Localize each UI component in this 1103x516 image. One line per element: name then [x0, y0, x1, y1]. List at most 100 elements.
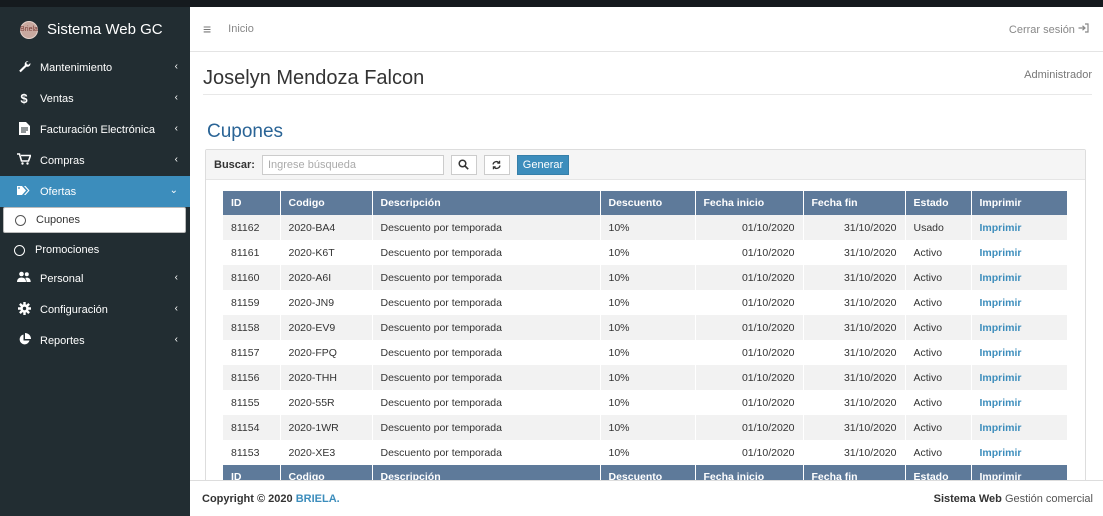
cell-id: 81161 [223, 240, 281, 265]
column-header[interactable]: Codigo [280, 191, 373, 215]
cell-code: 2020-THH [280, 365, 373, 390]
sidebar-item-label: Ventas [40, 92, 74, 105]
cell-discount: 10% [600, 340, 696, 365]
table-header-row: ID Codigo Descripción Descuento Fecha in… [223, 191, 1067, 215]
logout-link[interactable]: Cerrar sesión [1009, 23, 1089, 36]
search-button[interactable] [450, 154, 477, 175]
print-link[interactable]: Imprimir [971, 315, 1067, 340]
chevron-left-icon: ‹ [174, 334, 178, 345]
sidebar-item-configuracion[interactable]: Configuración ‹ [0, 294, 190, 325]
sidebar-item-ofertas[interactable]: Ofertas ⌄ [0, 176, 190, 207]
cell-start-date: 01/10/2020 [695, 290, 804, 315]
sidebar-item-label: Ofertas [40, 185, 77, 198]
menu-toggle-icon[interactable]: ≡ [203, 21, 211, 37]
cell-id: 81157 [223, 340, 281, 365]
refresh-icon [492, 160, 502, 169]
chevron-left-icon: ‹ [174, 272, 178, 283]
cell-end-date: 31/10/2020 [803, 290, 906, 315]
cell-code: 2020-55R [280, 390, 373, 415]
chevron-down-icon: ⌄ [169, 185, 178, 196]
cell-status: Activo [905, 340, 972, 365]
sidebar-subitem-promociones[interactable]: Promociones [0, 237, 190, 263]
print-link[interactable]: Imprimir [971, 240, 1067, 265]
column-footer: Fecha inicio [695, 465, 804, 480]
column-footer: Descripción [372, 465, 601, 480]
cell-start-date: 01/10/2020 [695, 215, 804, 240]
table-row: 81159 2020-JN9 Descuento por temporada 10% 0… [223, 290, 1067, 315]
brand-logo: Briela [20, 20, 38, 39]
print-link[interactable]: Imprimir [971, 390, 1067, 415]
brand[interactable]: Briela Sistema Web GC [0, 7, 190, 52]
cell-status: Activo [905, 415, 972, 440]
column-header[interactable]: Fecha fin [803, 191, 906, 215]
print-link[interactable]: Imprimir [971, 265, 1067, 290]
cell-discount: 10% [600, 440, 696, 465]
cell-id: 81154 [223, 415, 281, 440]
sidebar-item-reportes[interactable]: Reportes ‹ [0, 325, 190, 356]
sidebar-item-label: Mantenimiento [40, 61, 113, 74]
table-row: 81162 2020-BA4 Descuento por temporada 10% 0… [223, 215, 1067, 240]
user-name: Joselyn Mendoza Falcon [203, 67, 425, 89]
table-row: 81161 2020-K6T Descuento por temporada 10% 0… [223, 240, 1067, 265]
home-link[interactable]: Inicio [228, 23, 254, 35]
company-link[interactable]: BRIELA. [296, 493, 340, 505]
search-input[interactable] [261, 154, 444, 175]
column-header[interactable]: Descuento [600, 191, 696, 215]
table-row: 81158 2020-EV9 Descuento por temporada 10% 0… [223, 315, 1067, 340]
sidebar-item-facturacion[interactable]: Facturación Electrónica ‹ [0, 114, 190, 145]
column-header[interactable]: ID [223, 191, 281, 215]
cell-description: Descuento por temporada [372, 240, 601, 265]
system-name-rest: Gestión comercial [1004, 493, 1093, 505]
cell-start-date: 01/10/2020 [695, 440, 804, 465]
cell-discount: 10% [600, 215, 696, 240]
print-link[interactable]: Imprimir [971, 340, 1067, 365]
cell-id: 81153 [223, 440, 281, 465]
cell-end-date: 31/10/2020 [803, 240, 906, 265]
refresh-button[interactable] [483, 154, 510, 175]
coupons-table: ID Codigo Descripción Descuento Fecha in… [223, 191, 1067, 480]
cell-id: 81162 [223, 215, 281, 240]
column-header[interactable]: Estado [905, 191, 972, 215]
sidebar-item-ventas[interactable]: $ Ventas ‹ [0, 83, 190, 114]
cell-end-date: 31/10/2020 [803, 440, 906, 465]
sidebar-item-personal[interactable]: Personal ‹ [0, 263, 190, 294]
cell-end-date: 31/10/2020 [803, 390, 906, 415]
column-header[interactable]: Imprimir [971, 191, 1067, 215]
cell-start-date: 01/10/2020 [695, 240, 804, 265]
column-footer: ID [223, 465, 281, 480]
users-icon [17, 271, 31, 286]
print-link[interactable]: Imprimir [971, 415, 1067, 440]
cell-start-date: 01/10/2020 [695, 365, 804, 390]
page-footer: Copyright © 2020 BRIELA. Sistema Web Ges… [190, 480, 1103, 516]
generate-button[interactable]: Generar [516, 154, 569, 175]
cell-end-date: 31/10/2020 [803, 340, 906, 365]
window-top-strip [0, 0, 1103, 7]
column-header[interactable]: Fecha inicio [695, 191, 804, 215]
cell-status: Activo [905, 315, 972, 340]
print-link[interactable]: Imprimir [971, 290, 1067, 315]
column-footer: Imprimir [971, 465, 1067, 480]
print-link[interactable]: Imprimir [971, 365, 1067, 390]
cell-status: Activo [905, 240, 972, 265]
pie-chart-icon [17, 332, 31, 349]
tags-icon [17, 185, 31, 199]
cell-end-date: 31/10/2020 [803, 215, 906, 240]
sidebar-item-mantenimiento[interactable]: Mantenimiento ‹ [0, 52, 190, 83]
sidebar-item-compras[interactable]: Compras ‹ [0, 145, 190, 176]
cell-id: 81158 [223, 315, 281, 340]
print-link[interactable]: Imprimir [971, 215, 1067, 240]
cell-end-date: 31/10/2020 [803, 265, 906, 290]
table-row: 81153 2020-XE3 Descuento por temporada 10% 0… [223, 440, 1067, 465]
logout-icon [1078, 23, 1089, 36]
cell-description: Descuento por temporada [372, 415, 601, 440]
sidebar-item-label: Compras [40, 154, 85, 167]
sidebar-item-label: Cupones [36, 214, 81, 226]
circle-icon [14, 244, 25, 256]
cell-code: 2020-FPQ [280, 340, 373, 365]
column-header[interactable]: Descripción [372, 191, 601, 215]
search-label: Buscar: [214, 158, 255, 171]
table-row: 81156 2020-THH Descuento por temporada 10% 0… [223, 365, 1067, 390]
sidebar-subitem-cupones[interactable]: Cupones [3, 207, 186, 233]
print-link[interactable]: Imprimir [971, 440, 1067, 465]
sidebar-item-label: Reportes [40, 334, 85, 347]
